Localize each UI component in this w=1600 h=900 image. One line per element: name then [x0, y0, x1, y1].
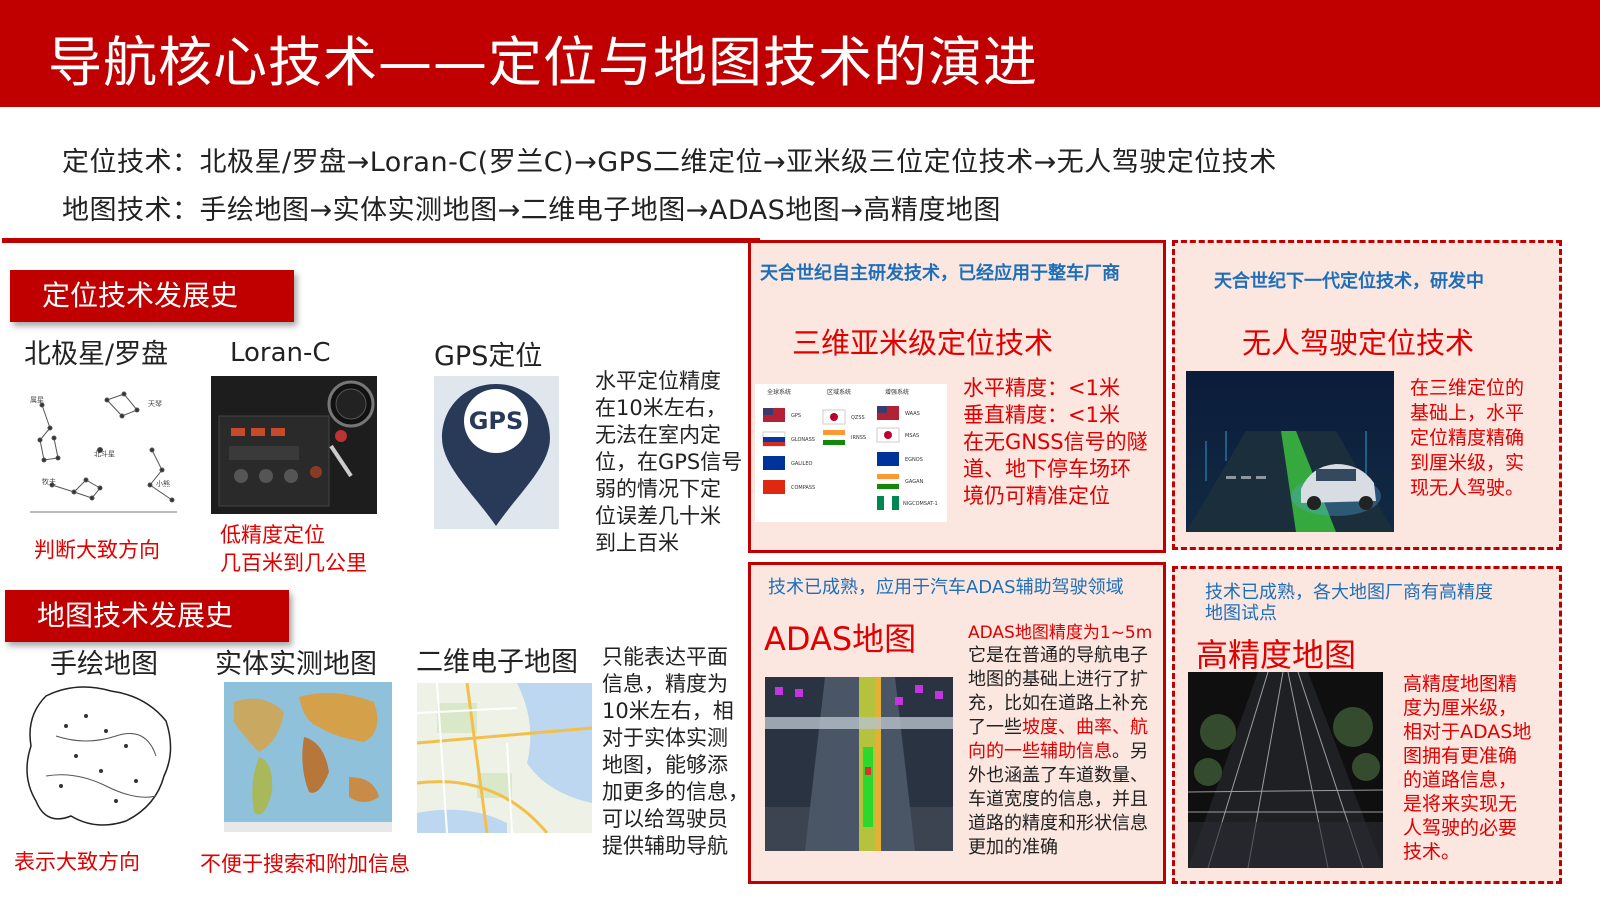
hd-subtitle-line: 技术已成熟，各大地图厂商有高精度	[1205, 582, 1493, 603]
page-title: 导航核心技术——定位与地图技术的演进	[48, 31, 1038, 94]
gps-icon-label: GPS	[469, 407, 524, 435]
gnss-name: GLONASS	[791, 437, 815, 443]
hd-map-image	[1188, 672, 1383, 868]
adas-accuracy: ADAS地图精度为1~5m	[968, 623, 1153, 643]
loran-note-line2: 几百米到几公里	[220, 551, 367, 575]
star-chart-image: 属星 北斗星 牧夫 天琴 小熊	[22, 380, 182, 520]
gnss-name: GALILEO	[791, 461, 813, 467]
gps-desc-line: 到上百米	[595, 531, 679, 555]
electronic-map-image	[417, 683, 592, 833]
positioning-history-ribbon: 定位技术发展史	[10, 270, 294, 322]
star-label: 天琴	[148, 400, 162, 408]
hd-description: 高精度地图精 度为厘米级， 相对于ADAS地 图拥有更准确 的道路信息， 是将来…	[1403, 672, 1531, 864]
gnss-header: 增强系统	[885, 388, 909, 396]
map-history-ribbon: 地图技术发展史	[5, 590, 289, 642]
gnss-header: 区域系统	[827, 388, 851, 396]
autonomous-desc-line: 现无人驾驶。	[1410, 477, 1525, 499]
emap-desc-line: 可以给驾驶员	[602, 807, 728, 831]
submeter-desc-line: 垂直精度：<1米	[963, 403, 1120, 427]
autonomous-subtitle: 天合世纪下一代定位技术，研发中	[1214, 271, 1484, 292]
gps-desc-line: 在10米左右，	[595, 396, 727, 420]
adas-body: 它是在普通的导航电子地图的基础上进行了扩充，比如在道路上补充了一些坡度、曲率、航…	[968, 644, 1158, 860]
submeter-desc-line: 在无GNSS信号的隧	[963, 430, 1148, 454]
gps-desc-line: 水平定位精度	[595, 369, 721, 393]
submeter-desc-line: 境仍可精准定位	[963, 484, 1110, 508]
map-evolution-line: 地图技术：手绘地图→实体实测地图→二维电子地图→ADAS地图→高精度地图	[62, 195, 1001, 226]
submeter-title: 三维亚米级定位技术	[792, 326, 1054, 360]
gnss-systems-table: 全球系统 区域系统 增强系统 GPS GLONASS GALILEO COMPA…	[755, 384, 947, 522]
emap-desc-line: 地图，能够添	[602, 753, 728, 777]
hd-desc-line: 高精度地图精	[1403, 673, 1518, 695]
gnss-name: MSAS	[905, 433, 919, 439]
emap-desc-line: 只能表达平面	[602, 645, 728, 669]
gps-desc-line: 位，在GPS信号	[595, 450, 743, 474]
star-label: 小熊	[156, 479, 170, 488]
autonomous-title: 无人驾驶定位技术	[1242, 326, 1475, 360]
submeter-description: 水平精度：<1米 垂直精度：<1米 在无GNSS信号的隧 道、地下停车场环 境仍…	[963, 375, 1148, 510]
autonomous-description: 在三维定位的 基础上，水平 定位精度精确 到厘米级，实 现无人驾驶。	[1410, 376, 1524, 501]
submeter-desc-line: 道、地下停车场环	[963, 457, 1131, 481]
electronic-map-description: 只能表达平面 信息，精度为 10米左右，相 对于实体实测 地图，能够添 加更多的…	[602, 644, 750, 860]
gnss-name: COMPASS	[791, 485, 815, 491]
hd-subtitle: 技术已成熟，各大地图厂商有高精度 地图试点	[1205, 582, 1493, 624]
positioning-evolution-line: 定位技术：北极星/罗盘→Loran-C(罗兰C)→GPS二维定位→亚米级三位定位…	[62, 147, 1277, 178]
hd-desc-line: 相对于ADAS地	[1403, 721, 1532, 743]
loran-title: Loran-C	[230, 338, 331, 368]
hand-drawn-map-note: 表示大致方向	[14, 850, 140, 874]
gnss-name: IRNSS	[851, 435, 866, 441]
hd-desc-line: 是将来实现无	[1403, 793, 1518, 815]
electronic-map-title: 二维电子地图	[416, 647, 578, 678]
adas-title: ADAS地图	[764, 620, 917, 658]
compass-note: 判断大致方向	[34, 538, 160, 562]
loran-note-line1: 低精度定位	[220, 523, 325, 547]
emap-desc-line: 提供辅助导航	[602, 834, 728, 858]
star-label: 牧夫	[42, 477, 56, 486]
submeter-subtitle: 天合世纪自主研发技术，已经应用于整车厂商	[760, 263, 1120, 284]
emap-desc-line: 对于实体实测	[602, 726, 728, 750]
hd-desc-line: 人驾驶的必要	[1403, 817, 1518, 839]
star-label: 属星	[30, 396, 44, 404]
star-label: 北斗星	[94, 450, 115, 458]
gps-desc-line: 位误差几十米	[595, 504, 721, 528]
hd-desc-line: 技术。	[1403, 841, 1461, 863]
gnss-name: GPS	[791, 413, 801, 419]
hd-subtitle-line: 地图试点	[1205, 603, 1277, 624]
autonomous-desc-line: 在三维定位的	[1410, 377, 1525, 399]
autonomous-desc-line: 基础上，水平	[1410, 402, 1525, 424]
gps-desc-line: 弱的情况下定	[595, 477, 721, 501]
gnss-name: EGNOS	[905, 457, 923, 463]
gps-title: GPS定位	[434, 341, 543, 372]
gnss-name: QZSS	[851, 415, 865, 421]
emap-desc-line: 10米左右，相	[602, 699, 734, 723]
hd-desc-line: 的道路信息，	[1403, 769, 1518, 791]
adas-description: ADAS地图精度为1~5m 它是在普通的导航电子地图的基础上进行了扩充，比如在道…	[968, 622, 1158, 860]
gnss-name: NIGCOMSAT-1	[903, 501, 938, 507]
survey-map-title: 实体实测地图	[215, 649, 377, 680]
gps-description: 水平定位精度 在10米左右， 无法在室内定 位，在GPS信号 弱的情况下定 位误…	[595, 368, 755, 557]
hand-drawn-map-image	[16, 676, 182, 834]
section-divider	[2, 238, 760, 243]
gnss-name: GAGAN	[905, 479, 924, 485]
emap-desc-line: 信息，精度为	[602, 672, 728, 696]
autonomous-desc-line: 到厘米级，实	[1410, 452, 1525, 474]
gnss-name: WAAS	[905, 411, 920, 417]
survey-map-note: 不便于搜索和附加信息	[200, 852, 410, 876]
emap-desc-line: 加更多的信息，	[602, 780, 749, 804]
loran-c-photo	[211, 376, 377, 514]
adas-subtitle: 技术已成熟，应用于汽车ADAS辅助驾驶领域	[768, 577, 1124, 598]
hd-desc-line: 图拥有更准确	[1403, 745, 1518, 767]
hd-title: 高精度地图	[1196, 636, 1357, 674]
gps-desc-line: 无法在室内定	[595, 423, 721, 447]
autonomous-desc-line: 定位精度精确	[1410, 427, 1525, 449]
survey-map-image	[224, 682, 392, 832]
adas-road-image	[765, 677, 953, 851]
compass-title: 北极星/罗盘	[24, 339, 169, 370]
gps-pin-icon: GPS	[434, 376, 559, 529]
autonomous-car-image	[1186, 371, 1394, 532]
hd-desc-line: 度为厘米级，	[1403, 697, 1518, 719]
submeter-desc-line: 水平精度：<1米	[963, 376, 1120, 400]
gnss-header: 全球系统	[767, 388, 791, 396]
